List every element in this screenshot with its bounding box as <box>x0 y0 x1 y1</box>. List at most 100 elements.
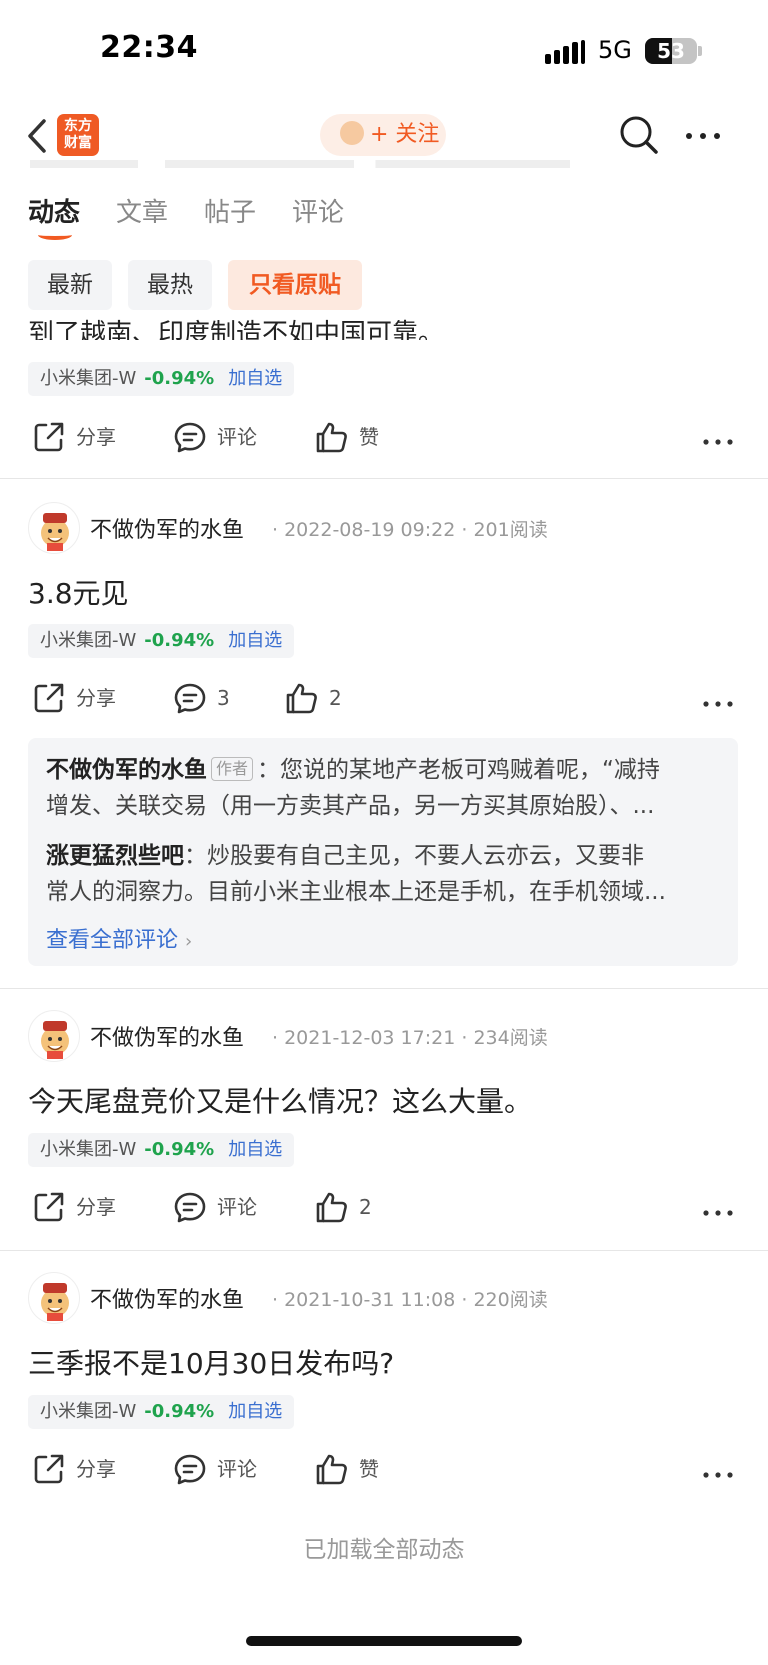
stock-tag[interactable]: 小米集团-W -0.94% 加自选 <box>28 624 295 658</box>
share-button[interactable]: 分享 <box>32 420 116 454</box>
post-text[interactable]: 三季报不是10月30日发布吗? <box>28 1342 394 1382</box>
avatar[interactable] <box>28 502 80 554</box>
comment-line: 涨更猛烈些吧：炒股要有自己主见，不要人云亦云，又要非 <box>46 838 716 874</box>
share-label: 分享 <box>76 1195 116 1219</box>
comment-line: 不做伪军的水鱼 作者 ：您说的某地产老板可鸡贼着呢，“减持 <box>46 752 716 788</box>
stock-tag[interactable]: 小米集团-W -0.94% 加自选 <box>28 1133 295 1167</box>
divider <box>0 478 768 479</box>
comment-icon <box>174 1454 206 1484</box>
signal-icon <box>545 40 585 64</box>
post-more-icon[interactable] <box>702 1203 734 1216</box>
user-avatar-icon <box>340 121 364 145</box>
add-watchlist-button[interactable]: 加自选 <box>228 630 282 651</box>
post-meta: · 2022-08-19 09:22 · 201阅读 <box>272 519 548 541</box>
comment-button[interactable]: 评论 <box>173 1452 257 1486</box>
app-logo: 东方 财富 <box>57 114 99 156</box>
tab-articles[interactable]: 文章 <box>116 192 168 229</box>
post-reads: 201阅读 <box>473 519 548 541</box>
comment-author[interactable]: 不做伪军的水鱼 <box>46 757 207 783</box>
search-icon[interactable] <box>618 114 660 156</box>
post-more-icon[interactable] <box>702 432 734 445</box>
battery-level: 53 <box>657 39 685 63</box>
post-more-icon[interactable] <box>702 1465 734 1478</box>
back-icon[interactable] <box>26 118 48 154</box>
chevron-right-icon: › <box>185 931 193 952</box>
stock-change: -0.94% <box>144 1139 215 1160</box>
scrolled-content-fragment <box>30 160 570 168</box>
comment-text: ：炒股要有自己主见，不要人云亦云，又要非 <box>184 843 644 869</box>
tab-indicator <box>38 230 72 240</box>
share-icon <box>34 1454 64 1483</box>
share-icon <box>34 422 64 451</box>
thumbs-up-icon <box>316 422 347 452</box>
post-reads: 234阅读 <box>473 1027 548 1049</box>
comment-text: ：您说的某地产老板可鸡贼着呢，“减持 <box>257 757 660 783</box>
home-indicator[interactable] <box>246 1636 522 1646</box>
post-text-fragment: 到了越南、印度制造不如中国可靠。 <box>28 319 445 340</box>
like-button[interactable]: 赞 <box>315 1452 379 1486</box>
author-badge: 作者 <box>211 757 254 781</box>
post-date: 2022-08-19 09:22 <box>284 519 456 541</box>
comment-label: 评论 <box>217 425 257 449</box>
stock-name: 小米集团-W <box>40 1401 137 1422</box>
comment-label: 评论 <box>217 1457 257 1481</box>
share-label: 分享 <box>76 425 116 449</box>
follow-button[interactable]: + 关注 <box>320 114 446 156</box>
like-button[interactable]: 赞 <box>315 420 379 454</box>
stock-change: -0.94% <box>144 368 215 389</box>
comment-count: 3 <box>217 686 230 710</box>
like-label: 赞 <box>359 425 379 449</box>
comment-button[interactable]: 评论 <box>173 420 257 454</box>
stock-tag[interactable]: 小米集团-W -0.94% 加自选 <box>28 362 295 396</box>
tab-comments[interactable]: 评论 <box>292 192 344 229</box>
stock-name: 小米集团-W <box>40 1139 137 1160</box>
share-label: 分享 <box>76 686 116 710</box>
post-date: 2021-10-31 11:08 <box>284 1289 456 1311</box>
post-author[interactable]: 不做伪军的水鱼 <box>90 1020 244 1052</box>
comment-button[interactable]: 评论 <box>173 1190 257 1224</box>
comment-author[interactable]: 涨更猛烈些吧 <box>46 843 184 869</box>
thumbs-up-icon <box>316 1454 347 1484</box>
share-button[interactable]: 分享 <box>32 1190 116 1224</box>
avatar[interactable] <box>28 1010 80 1062</box>
add-watchlist-button[interactable]: 加自选 <box>228 1401 282 1422</box>
status-time: 22:34 <box>100 30 198 65</box>
post-author[interactable]: 不做伪军的水鱼 <box>90 512 244 544</box>
post-more-icon[interactable] <box>702 694 734 707</box>
post-text[interactable]: 3.8元见 <box>28 572 129 612</box>
like-button[interactable]: 2 <box>285 681 342 715</box>
share-button[interactable]: 分享 <box>32 1452 116 1486</box>
add-watchlist-button[interactable]: 加自选 <box>228 1139 282 1160</box>
filter-latest[interactable]: 最新 <box>28 260 112 310</box>
stock-tag[interactable]: 小米集团-W -0.94% 加自选 <box>28 1395 295 1429</box>
all-loaded-text: 已加载全部动态 <box>303 1537 465 1563</box>
filter-hottest[interactable]: 最热 <box>128 260 212 310</box>
tab-posts[interactable]: 帖子 <box>204 192 256 229</box>
battery-cap <box>698 46 702 56</box>
post-date: 2021-12-03 17:21 <box>284 1027 456 1049</box>
avatar[interactable] <box>28 1272 80 1324</box>
like-button[interactable]: 2 <box>315 1190 372 1224</box>
share-icon <box>34 683 64 712</box>
post-reads: 220阅读 <box>473 1289 548 1311</box>
comment-icon <box>174 422 206 452</box>
divider <box>0 1250 768 1251</box>
post-text[interactable]: 今天尾盘竞价又是什么情况？这么大量。 <box>28 1080 532 1120</box>
more-icon[interactable] <box>683 118 723 154</box>
comment-icon <box>174 1192 206 1222</box>
comment-button[interactable]: 3 <box>173 681 230 715</box>
battery-icon: 53 <box>645 38 697 64</box>
comment-label: 评论 <box>217 1195 257 1219</box>
filter-original-only[interactable]: 只看原贴 <box>228 260 362 310</box>
stock-name: 小米集团-W <box>40 368 137 389</box>
like-count: 2 <box>329 686 342 710</box>
tab-dynamic[interactable]: 动态 <box>28 192 80 229</box>
share-icon <box>34 1192 64 1221</box>
add-watchlist-button[interactable]: 加自选 <box>228 368 282 389</box>
share-button[interactable]: 分享 <box>32 681 116 715</box>
logo-text-1: 东方 <box>64 118 92 134</box>
view-all-comments-link[interactable]: 查看全部评论 › <box>46 922 192 954</box>
stock-name: 小米集团-W <box>40 630 137 651</box>
post-author[interactable]: 不做伪军的水鱼 <box>90 1282 244 1314</box>
logo-text-2: 财富 <box>64 135 92 151</box>
